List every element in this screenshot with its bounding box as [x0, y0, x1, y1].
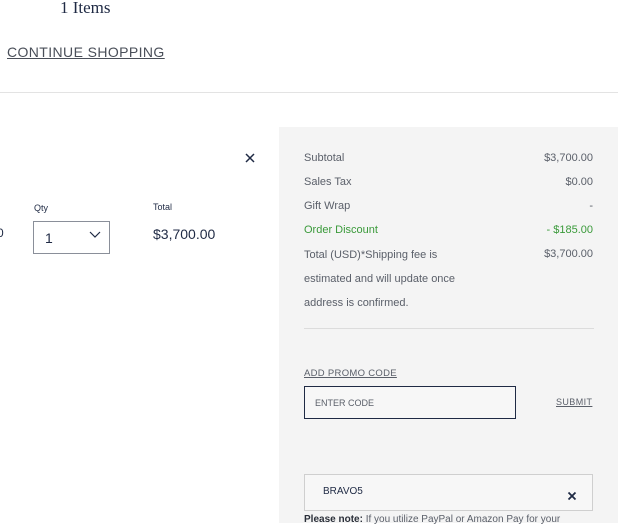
close-icon — [567, 491, 577, 501]
gift-wrap-value: - — [589, 200, 593, 212]
applied-promo-code: BRAVO5 — [304, 474, 593, 511]
sales-tax-label: Sales Tax — [304, 176, 352, 188]
promo-code-label: ADD PROMO CODE — [304, 368, 397, 379]
quantity-select[interactable]: 1 — [33, 221, 110, 254]
chevron-down-icon — [89, 231, 101, 238]
order-discount-value: - $185.00 — [546, 224, 593, 236]
remove-item-button[interactable] — [243, 151, 257, 165]
total-description: Total (USD)*Shipping fee is estimated an… — [304, 249, 456, 309]
total-label: Total — [153, 202, 173, 212]
applied-code-text: BRAVO5 — [323, 486, 363, 497]
total-value: $3,700.00 — [544, 248, 593, 260]
note-bold: Please note: — [304, 514, 363, 525]
items-count: 1 Items — [60, 0, 111, 17]
gift-wrap-label: Gift Wrap — [304, 200, 351, 212]
note-text: If you utilize PayPal or Amazon Pay for … — [362, 514, 561, 525]
divider — [0, 92, 618, 93]
line-total-value: $3,700.00 — [153, 226, 216, 242]
qty-label: Qty — [34, 203, 49, 213]
payment-note: Please note: If you utilize PayPal or Am… — [304, 514, 560, 525]
item-price-fragment: 0 — [0, 226, 4, 240]
close-icon — [245, 153, 255, 163]
promo-code-input[interactable] — [304, 386, 516, 419]
sales-tax-value: $0.00 — [565, 176, 593, 188]
submit-promo-button[interactable]: SUBMIT — [556, 397, 592, 407]
subtotal-value: $3,700.00 — [544, 152, 593, 164]
subtotal-label: Subtotal — [304, 152, 345, 164]
remove-promo-button[interactable] — [567, 488, 577, 501]
continue-shopping-link[interactable]: CONTINUE SHOPPING — [7, 44, 165, 60]
order-discount-label: Order Discount — [304, 224, 378, 236]
summary-divider — [304, 328, 594, 329]
quantity-value: 1 — [45, 230, 53, 246]
